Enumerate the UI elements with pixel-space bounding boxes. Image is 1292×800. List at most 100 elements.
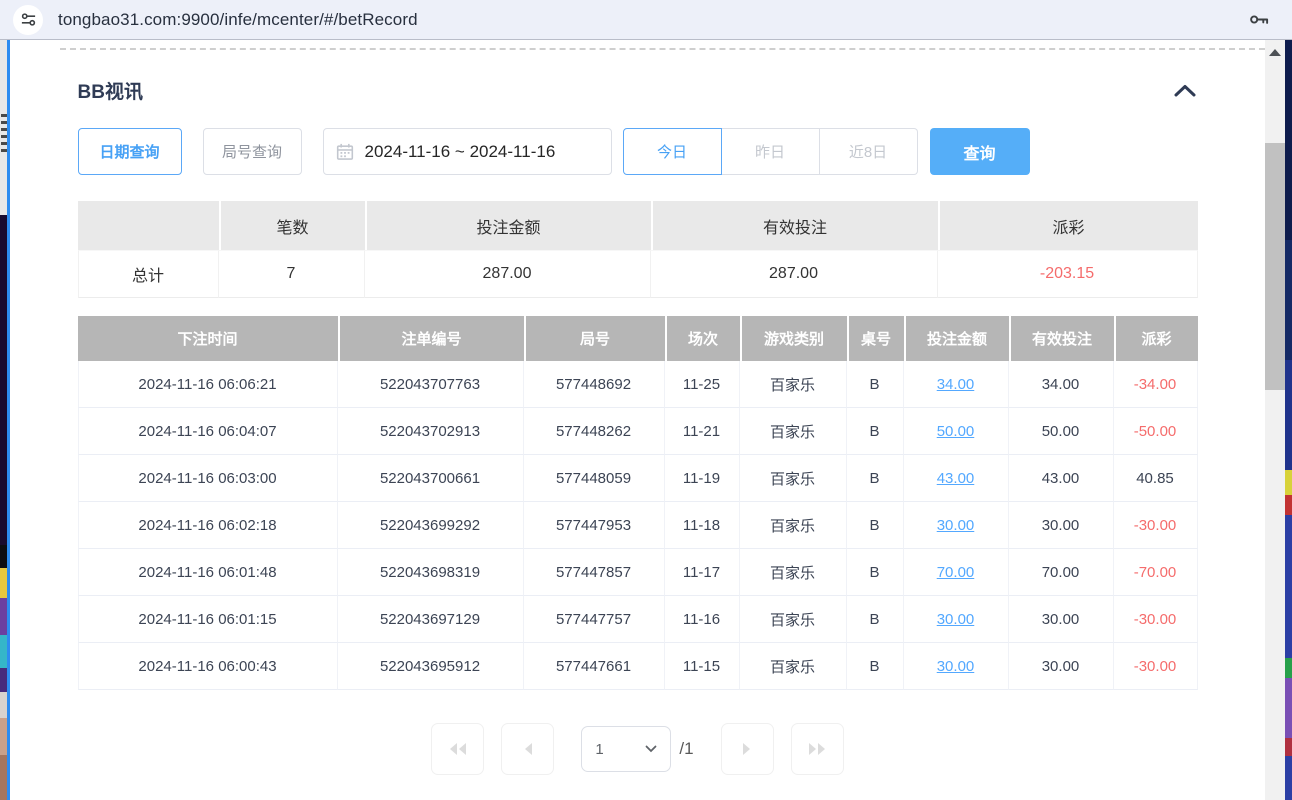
column-header-game-type: 游戏类别: [740, 316, 847, 361]
last-8-days-button[interactable]: 近8日: [820, 128, 918, 175]
pagination: 1 /1: [78, 723, 1198, 775]
prev-page-button[interactable]: [501, 723, 554, 775]
cell-bet-amount: 30.00: [904, 596, 1009, 643]
scrollbar-thumb[interactable]: [1265, 143, 1285, 390]
cell-order-id: 522043699292: [338, 502, 524, 549]
summary-header-bet-amount: 投注金额: [365, 201, 651, 250]
cell-game-type: 百家乐: [740, 549, 847, 596]
cell-table-no: B: [847, 549, 904, 596]
cell-game-type: 百家乐: [740, 408, 847, 455]
yesterday-button[interactable]: 昨日: [722, 128, 820, 175]
summary-header-payout: 派彩: [938, 201, 1198, 250]
cell-payout: -30.00: [1114, 643, 1198, 690]
cell-session: 11-18: [665, 502, 740, 549]
cell-round-id: 577447757: [524, 596, 665, 643]
cell-payout: -70.00: [1114, 549, 1198, 596]
cell-table-no: B: [847, 361, 904, 408]
bet-amount-link[interactable]: 30.00: [937, 611, 975, 628]
cell-order-id: 522043697129: [338, 596, 524, 643]
filter-toolbar: 日期查询 局号查询: [78, 128, 1198, 175]
column-header-table-no: 桌号: [847, 316, 904, 361]
cell-session: 11-19: [665, 455, 740, 502]
summary-total-row: 总计 7 287.00 287.00 -203.15: [78, 250, 1198, 298]
summary-total-bet-amount: 287.00: [365, 250, 651, 298]
column-header-session: 场次: [665, 316, 740, 361]
summary-total-payout: -203.15: [938, 250, 1198, 298]
record-row: 2024-11-16 06:06:21522043707763577448692…: [78, 361, 1198, 408]
cell-round-id: 577447953: [524, 502, 665, 549]
cell-order-id: 522043698319: [338, 549, 524, 596]
cell-bet-amount: 43.00: [904, 455, 1009, 502]
summary-total-count: 7: [219, 250, 365, 298]
cell-bet-time: 2024-11-16 06:06:21: [78, 361, 338, 408]
cell-session: 11-25: [665, 361, 740, 408]
scroll-up-arrow[interactable]: [1269, 49, 1281, 56]
site-settings-button[interactable]: [13, 5, 43, 35]
bet-amount-link[interactable]: 70.00: [937, 564, 975, 581]
quick-range-button-group: 今日 昨日 近8日: [623, 128, 918, 175]
summary-header-blank: [78, 201, 219, 250]
page-total-label: /1: [679, 739, 693, 759]
records-table: 下注时间注单编号局号场次游戏类别桌号投注金额有效投注派彩 2024-11-16 …: [78, 316, 1198, 690]
cell-valid-bet: 70.00: [1009, 549, 1114, 596]
calendar-icon: [336, 143, 354, 161]
date-range-value: 2024-11-16 ~ 2024-11-16: [365, 142, 556, 162]
column-header-bet-time: 下注时间: [78, 316, 338, 361]
round-query-tab[interactable]: 局号查询: [203, 128, 302, 175]
bet-amount-link[interactable]: 43.00: [937, 470, 975, 487]
cell-session: 11-17: [665, 549, 740, 596]
today-button[interactable]: 今日: [623, 128, 722, 175]
cell-round-id: 577447661: [524, 643, 665, 690]
screen: tongbao31.com:9900/infe/mcenter/#/betRec…: [0, 0, 1292, 800]
bet-amount-link[interactable]: 30.00: [937, 658, 975, 675]
page-select-value: 1: [595, 741, 603, 758]
cell-game-type: 百家乐: [740, 596, 847, 643]
records-header-row: 下注时间注单编号局号场次游戏类别桌号投注金额有效投注派彩: [78, 316, 1198, 361]
cell-bet-time: 2024-11-16 06:01:48: [78, 549, 338, 596]
search-button[interactable]: 查询: [930, 128, 1030, 175]
record-row: 2024-11-16 06:04:07522043702913577448262…: [78, 408, 1198, 455]
cell-payout: -30.00: [1114, 502, 1198, 549]
cell-order-id: 522043707763: [338, 361, 524, 408]
cell-table-no: B: [847, 408, 904, 455]
arrow-right-icon: [741, 741, 753, 757]
cell-bet-amount: 70.00: [904, 549, 1009, 596]
page-title: BB视讯: [78, 77, 143, 104]
column-header-payout: 派彩: [1114, 316, 1198, 361]
double-arrow-right-icon: [807, 741, 828, 757]
first-page-button[interactable]: [431, 723, 484, 775]
cell-valid-bet: 30.00: [1009, 596, 1114, 643]
summary-header-valid-bet: 有效投注: [651, 201, 938, 250]
url-text[interactable]: tongbao31.com:9900/infe/mcenter/#/betRec…: [58, 10, 1247, 30]
column-header-order-id: 注单编号: [338, 316, 524, 361]
collapse-button[interactable]: [1172, 82, 1198, 99]
date-range-input[interactable]: 2024-11-16 ~ 2024-11-16: [323, 128, 612, 175]
password-manager-button[interactable]: [1247, 8, 1270, 31]
cell-bet-time: 2024-11-16 06:01:15: [78, 596, 338, 643]
date-query-tab[interactable]: 日期查询: [78, 128, 182, 175]
scrollbar[interactable]: [1265, 40, 1285, 800]
arrow-left-icon: [522, 741, 534, 757]
cell-bet-time: 2024-11-16 06:02:18: [78, 502, 338, 549]
cell-round-id: 577448059: [524, 455, 665, 502]
tune-sliders-icon: [20, 11, 37, 28]
record-row: 2024-11-16 06:01:15522043697129577447757…: [78, 596, 1198, 643]
cell-game-type: 百家乐: [740, 455, 847, 502]
bet-amount-link[interactable]: 34.00: [937, 376, 975, 393]
panel-header: BB视讯: [78, 76, 1198, 104]
cell-table-no: B: [847, 502, 904, 549]
next-page-button[interactable]: [721, 723, 774, 775]
key-icon: [1247, 8, 1270, 31]
cell-valid-bet: 50.00: [1009, 408, 1114, 455]
cell-bet-time: 2024-11-16 06:00:43: [78, 643, 338, 690]
bet-amount-link[interactable]: 30.00: [937, 517, 975, 534]
record-row: 2024-11-16 06:01:48522043698319577447857…: [78, 549, 1198, 596]
cell-game-type: 百家乐: [740, 361, 847, 408]
summary-total-label: 总计: [78, 250, 219, 298]
column-header-round-id: 局号: [524, 316, 665, 361]
bet-amount-link[interactable]: 50.00: [937, 423, 975, 440]
page-select[interactable]: 1: [581, 726, 671, 772]
cell-session: 11-15: [665, 643, 740, 690]
last-page-button[interactable]: [791, 723, 844, 775]
cell-payout: 40.85: [1114, 455, 1198, 502]
